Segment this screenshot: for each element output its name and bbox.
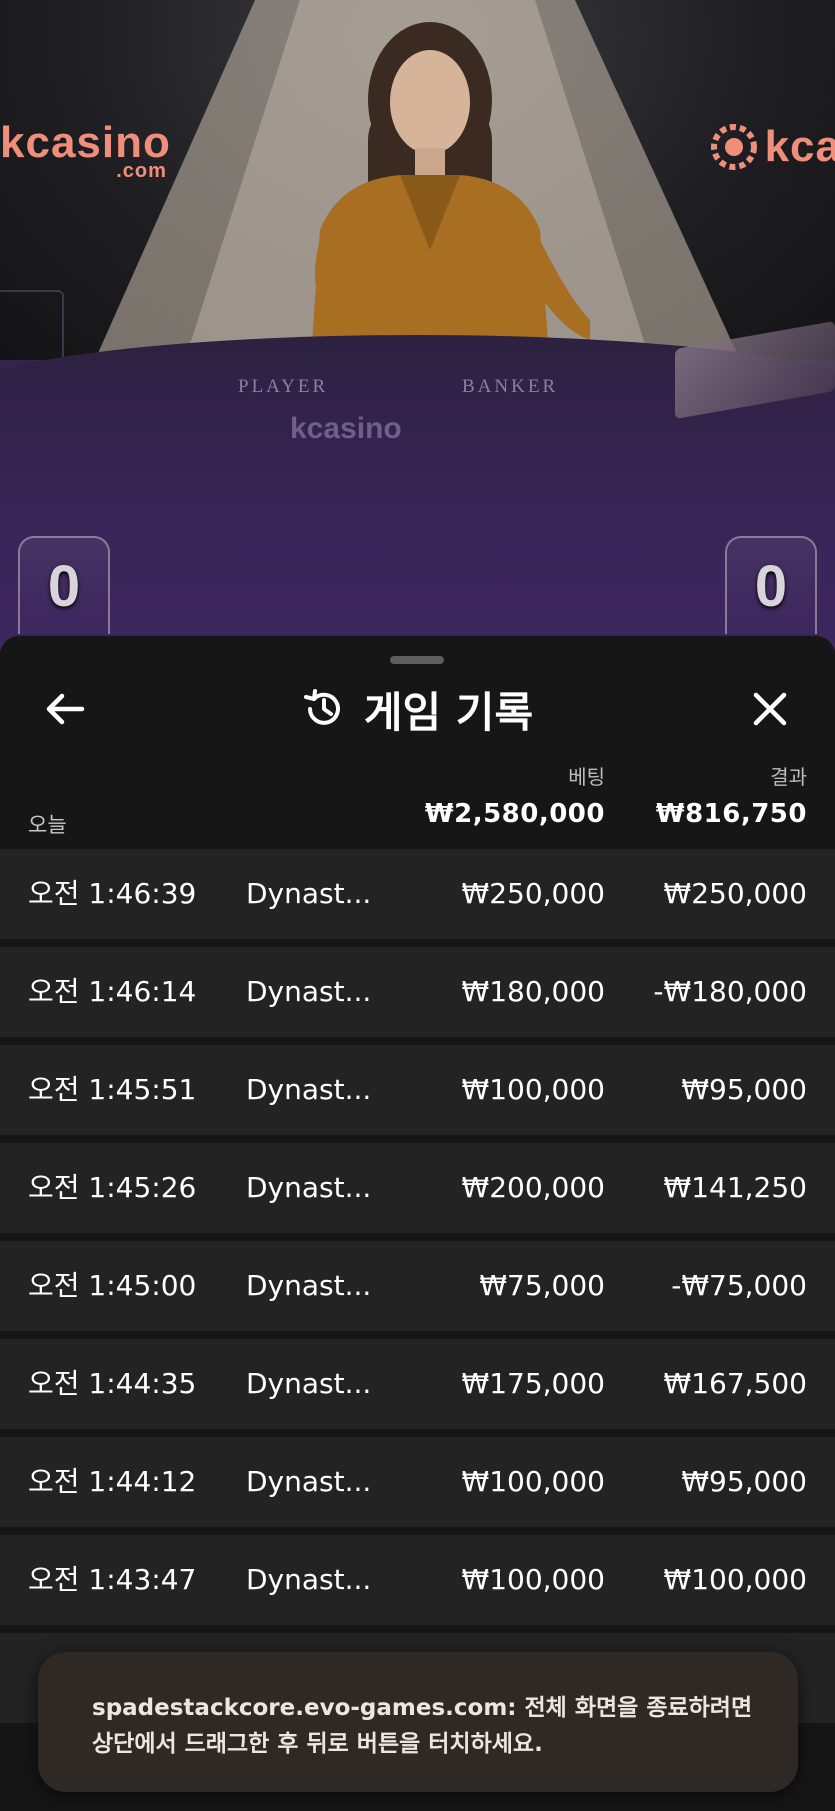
row-bet: ₩75,000 — [479, 1269, 605, 1302]
column-header-bet: 베팅 — [568, 765, 605, 789]
row-time: 오전 1:45:51 — [28, 1073, 197, 1106]
row-bet: ₩200,000 — [461, 1171, 605, 1204]
row-bet: ₩250,000 — [461, 877, 605, 910]
row-time: 오전 1:46:14 — [28, 975, 197, 1008]
row-game: Dynast... — [246, 1171, 372, 1204]
row-time: 오전 1:45:26 — [28, 1171, 197, 1204]
player-score: 0 — [18, 536, 110, 634]
table-brand-logo: kcasino — [290, 412, 402, 445]
history-row[interactable]: 오전 1:45:26 Dynast... ₩200,000 ₩141,250 — [0, 1143, 835, 1233]
row-game: Dynast... — [246, 1563, 372, 1596]
drag-handle[interactable] — [390, 656, 444, 664]
history-row[interactable]: 오전 1:43:47 Dynast... ₩100,000 ₩100,000 — [0, 1535, 835, 1625]
history-row[interactable]: 오전 1:46:14 Dynast... ₩180,000 -₩180,000 — [0, 947, 835, 1037]
table-label-player: PLAYER — [238, 376, 329, 397]
history-icon — [303, 689, 340, 725]
total-bet: ₩2,580,000 — [424, 799, 605, 829]
history-row[interactable]: 오전 1:46:39 Dynast... ₩250,000 ₩250,000 — [0, 849, 835, 939]
row-game: Dynast... — [246, 1465, 372, 1498]
row-result: ₩250,000 — [663, 877, 807, 910]
row-game: Dynast... — [246, 1269, 372, 1302]
column-header-result: 결과 — [770, 765, 807, 789]
history-row[interactable]: 오전 1:44:35 Dynast... ₩175,000 ₩167,500 — [0, 1339, 835, 1429]
row-bet: ₩175,000 — [461, 1367, 605, 1400]
row-result: ₩100,000 — [663, 1563, 807, 1596]
history-list: 오전 1:46:39 Dynast... ₩250,000 ₩250,000 오… — [0, 849, 835, 1731]
game-history-sheet: 게임 기록 베팅 결과 오늘 ₩2,580,000 ₩816,750 오전 1:… — [0, 635, 835, 1811]
brand-logo-left: kcasino .com — [0, 118, 171, 182]
live-video-feed: kcasino .com kca PLAYER BANKER kcasino 0… — [0, 0, 835, 650]
row-bet: ₩100,000 — [461, 1563, 605, 1596]
row-result: ₩167,500 — [663, 1367, 807, 1400]
dealer-figure — [310, 22, 590, 370]
toast-message: spadestackcore.evo-games.com: 전체 화면을 종료하… — [92, 1695, 753, 1757]
row-time: 오전 1:44:35 — [28, 1367, 197, 1400]
history-row[interactable]: 오전 1:44:12 Dynast... ₩100,000 ₩95,000 — [0, 1437, 835, 1527]
row-result: ₩95,000 — [681, 1073, 807, 1106]
history-row[interactable]: 오전 1:45:51 Dynast... ₩100,000 ₩95,000 — [0, 1045, 835, 1135]
banker-score: 0 — [725, 536, 817, 634]
row-bet: ₩180,000 — [461, 975, 605, 1008]
row-result: ₩95,000 — [681, 1465, 807, 1498]
row-time: 오전 1:44:12 — [28, 1465, 197, 1498]
date-group-label: 오늘 — [28, 813, 67, 837]
row-bet: ₩100,000 — [461, 1465, 605, 1498]
row-game: Dynast... — [246, 1367, 372, 1400]
row-time: 오전 1:43:47 — [28, 1563, 197, 1596]
row-game: Dynast... — [246, 877, 372, 910]
row-result: -₩180,000 — [653, 975, 807, 1008]
poker-chip-icon — [710, 124, 757, 170]
row-bet: ₩100,000 — [461, 1073, 605, 1106]
row-result: ₩141,250 — [663, 1171, 807, 1204]
history-row[interactable]: 오전 1:45:00 Dynast... ₩75,000 -₩75,000 — [0, 1241, 835, 1331]
brand-logo-right: kca — [710, 122, 835, 172]
close-icon — [753, 692, 787, 726]
fullscreen-exit-toast: spadestackcore.evo-games.com: 전체 화면을 종료하… — [38, 1652, 798, 1792]
table-label-banker: BANKER — [462, 376, 559, 397]
total-result: ₩816,750 — [655, 799, 807, 829]
row-game: Dynast... — [246, 1073, 372, 1106]
row-time: 오전 1:45:00 — [28, 1269, 197, 1302]
page-title: 게임 기록 — [363, 687, 534, 737]
row-result: -₩75,000 — [671, 1269, 807, 1302]
close-button[interactable] — [747, 686, 793, 732]
sheet-header: 게임 기록 — [0, 684, 835, 737]
row-game: Dynast... — [246, 975, 372, 1008]
row-time: 오전 1:46:39 — [28, 877, 197, 910]
